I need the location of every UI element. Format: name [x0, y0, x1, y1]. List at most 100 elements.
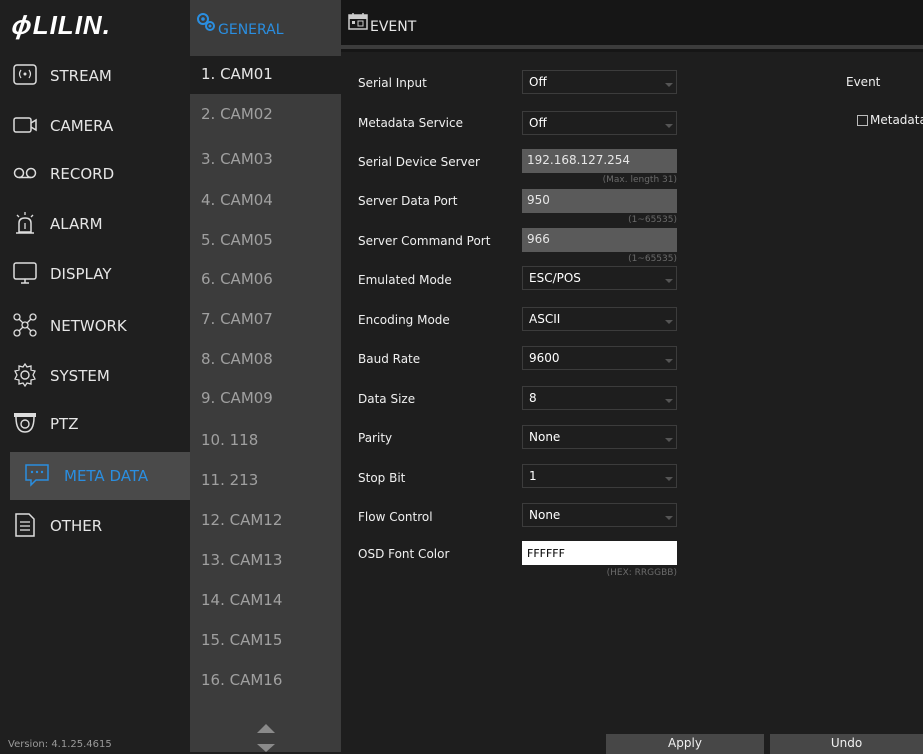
camera-item-16[interactable]: 16. CAM16 — [190, 662, 341, 700]
chevron-down-icon — [665, 438, 673, 442]
serial-device-server-input[interactable]: 192.168.127.254 — [522, 149, 677, 173]
tab-label: EVENT — [370, 19, 417, 35]
chevron-down-icon — [665, 399, 673, 403]
camera-icon — [13, 117, 37, 133]
sidebar-item-label: NETWORK — [50, 317, 127, 335]
sidebar-item-label: META DATA — [64, 467, 149, 485]
lilin-logo: ϕLILIN. — [9, 10, 111, 40]
sidebar-item-label: PTZ — [50, 415, 79, 433]
sidebar-item-label: OTHER — [50, 517, 103, 535]
serial-input-select[interactable]: Off — [522, 70, 677, 94]
sidebar-item-ptz[interactable]: PTZ — [0, 400, 190, 448]
camera-item-3[interactable]: 3. CAM03 — [190, 141, 341, 179]
osd-font-color-input[interactable]: FFFFFF — [522, 541, 677, 565]
camera-item-7[interactable]: 7. CAM07 — [190, 301, 341, 339]
camera-item-9[interactable]: 9. CAM09 — [190, 380, 341, 418]
chevron-down-icon — [665, 320, 673, 324]
gears-icon — [197, 13, 215, 31]
document-icon — [15, 513, 35, 537]
serial-device-server-hint: (Max. length 31) — [602, 175, 677, 185]
network-icon — [13, 313, 37, 337]
server-data-port-input[interactable]: 950 — [522, 189, 677, 213]
camera-item-1[interactable]: 1. CAM01 — [190, 56, 341, 94]
serial-device-server-label: Serial Device Server — [358, 155, 480, 169]
sidebar-item-stream[interactable]: STREAM — [0, 52, 190, 100]
chevron-down-icon — [665, 83, 673, 87]
event-label: Event — [846, 75, 881, 89]
metadata-checkbox-label: Metadata — [870, 113, 923, 127]
display-icon — [13, 262, 37, 284]
camera-item-12[interactable]: 12. CAM12 — [190, 502, 341, 540]
version-text: Version: 4.1.25.4615 — [8, 739, 112, 750]
chevron-down-icon — [665, 279, 673, 283]
sidebar: ϕLILIN. STREAM CAMERA RECORD ALARM DISPL… — [0, 0, 190, 752]
flow-control-label: Flow Control — [358, 510, 433, 524]
osd-font-color-label: OSD Font Color — [358, 547, 450, 561]
emulated-mode-label: Emulated Mode — [358, 273, 452, 287]
server-data-port-label: Server Data Port — [358, 194, 458, 208]
stop-bit-label: Stop Bit — [358, 471, 406, 485]
sidebar-item-label: SYSTEM — [50, 367, 110, 385]
sidebar-item-label: RECORD — [50, 165, 115, 183]
sidebar-item-label: ALARM — [50, 215, 103, 233]
camera-item-14[interactable]: 14. CAM14 — [190, 582, 341, 620]
tab-general[interactable]: GENERAL — [190, 0, 341, 52]
server-command-port-input[interactable]: 966 — [522, 228, 677, 252]
camera-item-5[interactable]: 5. CAM05 — [190, 222, 341, 260]
chevron-down-icon — [665, 477, 673, 481]
sidebar-item-network[interactable]: NETWORK — [0, 302, 190, 350]
sidebar-item-meta-data[interactable]: META DATA — [10, 452, 190, 500]
encoding-mode-label: Encoding Mode — [358, 313, 450, 327]
chevron-down-icon — [665, 516, 673, 520]
metadata-general-form: Serial Input Off Metadata Service Off Se… — [341, 52, 923, 752]
sidebar-item-system[interactable]: SYSTEM — [0, 352, 190, 400]
camera-item-11[interactable]: 11. 213 — [190, 462, 341, 500]
tab-underline — [341, 45, 923, 49]
emulated-mode-select[interactable]: ESC/POS — [522, 266, 677, 290]
metadata-checkbox[interactable] — [857, 115, 868, 126]
parity-label: Parity — [358, 431, 393, 445]
ptz-camera-icon — [14, 413, 36, 433]
parity-select[interactable]: None — [522, 425, 677, 449]
server-command-port-label: Server Command Port — [358, 234, 491, 248]
metadata-service-label: Metadata Service — [358, 116, 463, 130]
alarm-icon — [16, 212, 34, 234]
calendar-icon — [348, 13, 368, 30]
apply-button[interactable]: Apply — [606, 734, 764, 754]
sidebar-item-record[interactable]: RECORD — [0, 150, 190, 198]
stop-bit-select[interactable]: 1 — [522, 464, 677, 488]
server-data-port-hint: (1~65535) — [628, 215, 677, 225]
system-gear-icon — [14, 362, 36, 388]
encoding-mode-select[interactable]: ASCII — [522, 307, 677, 331]
tab-label: GENERAL — [218, 22, 284, 38]
sidebar-item-label: CAMERA — [50, 117, 114, 135]
chevron-down-icon — [665, 124, 673, 128]
sidebar-item-alarm[interactable]: ALARM — [0, 200, 190, 248]
camera-item-13[interactable]: 13. CAM13 — [190, 542, 341, 580]
scroll-up-arrow-icon[interactable] — [257, 724, 275, 733]
osd-font-color-hint: (HEX: RRGGBB) — [606, 568, 677, 578]
serial-input-label: Serial Input — [358, 76, 427, 90]
metadata-service-select[interactable]: Off — [522, 111, 677, 135]
baud-rate-select[interactable]: 9600 — [522, 346, 677, 370]
camera-item-2[interactable]: 2. CAM02 — [190, 96, 341, 134]
camera-item-8[interactable]: 8. CAM08 — [190, 341, 341, 379]
sidebar-item-camera[interactable]: CAMERA — [0, 102, 190, 150]
server-command-port-hint: (1~65535) — [628, 254, 677, 264]
data-size-select[interactable]: 8 — [522, 386, 677, 410]
flow-control-select[interactable]: None — [522, 503, 677, 527]
sidebar-item-display[interactable]: DISPLAY — [0, 250, 190, 298]
scroll-down-arrow-icon[interactable] — [257, 744, 275, 752]
camera-item-4[interactable]: 4. CAM04 — [190, 182, 341, 220]
camera-item-6[interactable]: 6. CAM06 — [190, 261, 341, 299]
chevron-down-icon — [665, 359, 673, 363]
camera-item-15[interactable]: 15. CAM15 — [190, 622, 341, 660]
stream-icon — [13, 64, 37, 85]
data-size-label: Data Size — [358, 392, 416, 406]
undo-button[interactable]: Undo — [770, 734, 923, 754]
sidebar-item-label: STREAM — [50, 67, 112, 85]
camera-item-10[interactable]: 10. 118 — [190, 422, 341, 460]
chat-bubble-icon — [25, 464, 49, 487]
sidebar-item-other[interactable]: OTHER — [0, 502, 190, 550]
sidebar-item-label: DISPLAY — [50, 265, 112, 283]
